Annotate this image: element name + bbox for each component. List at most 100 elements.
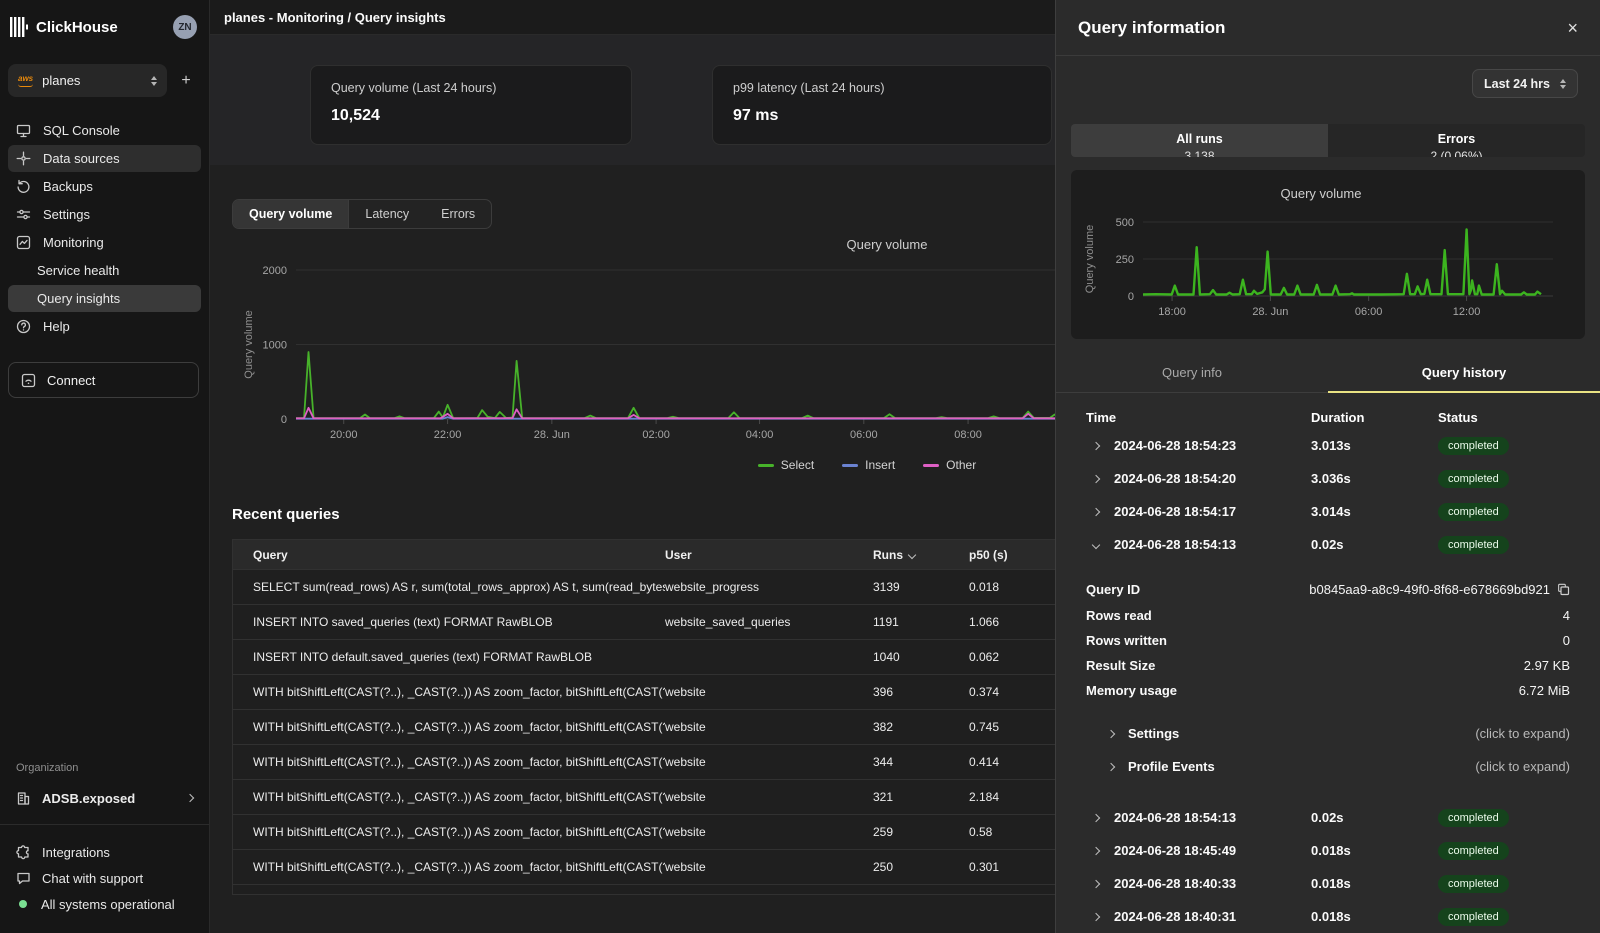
sidebar-item-settings[interactable]: Settings <box>8 201 201 228</box>
history-row[interactable]: 2024-06-28 18:54:20 3.036s completed <box>1086 462 1570 495</box>
table-row[interactable]: WITH bitShiftLeft(CAST(?..), _CAST(?..))… <box>233 745 1055 780</box>
expand-chevron-icon[interactable] <box>1092 813 1100 821</box>
sidebar-nav: SQL Console Data sources Backups Setting… <box>0 117 209 340</box>
cell-user: website <box>665 860 873 874</box>
cell-runs: 321 <box>873 790 969 804</box>
sidebar: ClickHouse ZN aws planes + SQL Console D… <box>0 0 210 933</box>
query-information-panel: Query information × Last 24 hrs All runs… <box>1055 0 1600 933</box>
segment-all-runs[interactable]: All runs 3,138 <box>1071 124 1328 157</box>
cell-query: WITH bitShiftLeft(CAST(?..), _CAST(?..))… <box>233 685 665 699</box>
system-status[interactable]: All systems operational <box>0 891 209 917</box>
svg-text:12:00: 12:00 <box>1453 306 1481 318</box>
collapse-chevron-icon[interactable] <box>1092 540 1100 548</box>
status-badge: completed <box>1438 908 1509 926</box>
cell-query: WITH bitShiftLeft(CAST(?..), _CAST(?..))… <box>233 755 665 769</box>
svg-text:0: 0 <box>281 414 287 426</box>
table-row[interactable]: WITH bitShiftLeft(CAST(?..), _CAST(?..))… <box>233 780 1055 815</box>
legend-swatch-icon <box>923 464 939 467</box>
detail-kv-row: Memory usage 6.72 MiB <box>1086 678 1570 703</box>
status-badge: completed <box>1438 470 1509 488</box>
sidebar-item-chat-support[interactable]: Chat with support <box>0 865 209 891</box>
sidebar-item-monitoring[interactable]: Monitoring <box>8 229 201 256</box>
sidebar-item-integrations[interactable]: Integrations <box>0 839 209 865</box>
svg-text:06:00: 06:00 <box>1355 306 1383 318</box>
cell-runs: 344 <box>873 755 969 769</box>
history-row[interactable]: 2024-06-28 18:40:31 0.018s completed <box>1086 900 1570 933</box>
col-runs[interactable]: Runs <box>873 548 969 562</box>
legend-item-insert[interactable]: Insert <box>842 458 895 472</box>
user-avatar[interactable]: ZN <box>173 15 197 39</box>
connect-button[interactable]: Connect <box>8 362 199 398</box>
cell-runs: 382 <box>873 720 969 734</box>
expand-chevron-icon[interactable] <box>1092 879 1100 887</box>
add-service-button[interactable]: + <box>173 72 199 90</box>
mini-chart-svg: 025050018:0028. Jun06:0012:00Query volum… <box>1071 176 1584 336</box>
cell-query: WITH bitShiftLeft(CAST(?..), _CAST(?..))… <box>233 720 665 734</box>
history-row-expanded[interactable]: 2024-06-28 18:54:13 0.02s completed <box>1086 528 1570 561</box>
col-p50: p50 (s) <box>969 548 1055 562</box>
chart-legend: Select Insert Other <box>232 458 1055 472</box>
query-volume-chart: 01000200020:0022:0028. Jun02:0004:0006:0… <box>232 231 1055 472</box>
cell-p50: 0.414 <box>969 755 1055 769</box>
time-range-dropdown[interactable]: Last 24 hrs <box>1472 69 1578 98</box>
copy-icon[interactable] <box>1557 583 1570 596</box>
table-row[interactable]: WITH bitShiftLeft(CAST(?..), _CAST(?..))… <box>233 675 1055 710</box>
detail-query-id: Query ID b0845aa9-a8c9-49f0-8f68-e678669… <box>1086 575 1570 603</box>
svg-text:2000: 2000 <box>263 265 287 277</box>
sidebar-item-backups[interactable]: Backups <box>8 173 201 200</box>
organization-selector[interactable]: ADSB.exposed <box>0 784 209 812</box>
tab-errors[interactable]: Errors <box>425 200 491 228</box>
table-row[interactable]: INSERT INTO saved_queries (text) FORMAT … <box>233 605 1055 640</box>
detail-expandable-row[interactable]: Profile Events (click to expand) <box>1086 750 1570 783</box>
status-badge: completed <box>1438 503 1509 521</box>
tab-query-info[interactable]: Query info <box>1056 355 1328 392</box>
app-title: ClickHouse <box>36 19 173 36</box>
close-icon[interactable]: × <box>1567 19 1578 37</box>
sidebar-item-query-insights[interactable]: Query insights <box>8 285 201 312</box>
tab-latency[interactable]: Latency <box>349 200 425 228</box>
cell-user: website_saved_queries <box>665 615 873 629</box>
col-user: User <box>665 548 873 562</box>
detail-expandable-row[interactable]: Settings (click to expand) <box>1086 717 1570 750</box>
legend-swatch-icon <box>842 464 858 467</box>
clickhouse-logo-icon <box>10 17 28 37</box>
integrations-icon <box>16 845 31 860</box>
sidebar-item-sql-console[interactable]: SQL Console <box>8 117 201 144</box>
mini-query-volume-chart: 025050018:0028. Jun06:0012:00Query volum… <box>1071 170 1585 339</box>
history-row[interactable]: 2024-06-28 18:54:13 0.02s completed <box>1086 801 1570 834</box>
sidebar-item-help[interactable]: Help <box>8 313 201 340</box>
expand-chevron-icon[interactable] <box>1092 507 1100 515</box>
table-row[interactable]: INSERT INTO default.saved_queries (text)… <box>233 640 1055 675</box>
table-row[interactable]: WITH bitShiftLeft(CAST(?..), _CAST(?..))… <box>233 815 1055 850</box>
chevron-right-icon <box>186 794 194 802</box>
service-name: planes <box>42 73 142 88</box>
svg-text:Query volume: Query volume <box>847 237 928 252</box>
cell-p50: 2.184 <box>969 790 1055 804</box>
expand-chevron-icon[interactable] <box>1092 474 1100 482</box>
stat-card-query-volume: Query volume (Last 24 hours) 10,524 <box>310 65 632 145</box>
service-selector[interactable]: aws planes <box>8 64 167 97</box>
tab-query-history[interactable]: Query history <box>1328 355 1600 393</box>
backups-icon <box>16 179 31 194</box>
tab-query-volume[interactable]: Query volume <box>233 200 349 228</box>
table-row[interactable]: WITH bitShiftLeft(CAST(?..), _CAST(?..))… <box>233 710 1055 745</box>
expand-chevron-icon[interactable] <box>1092 846 1100 854</box>
table-row[interactable]: SELECT sum(read_rows) AS r, sum(total_ro… <box>233 570 1055 605</box>
legend-item-select[interactable]: Select <box>758 458 814 472</box>
cell-p50: 0.301 <box>969 860 1055 874</box>
segment-errors[interactable]: Errors 2 (0.06%) <box>1328 124 1585 157</box>
sidebar-item-service-health[interactable]: Service health <box>8 257 201 284</box>
history-row[interactable]: 2024-06-28 18:45:49 0.018s completed <box>1086 834 1570 867</box>
cell-user: website <box>665 685 873 699</box>
status-badge: completed <box>1438 875 1509 893</box>
legend-item-other[interactable]: Other <box>923 458 976 472</box>
expand-chevron-icon[interactable] <box>1092 441 1100 449</box>
expand-chevron-icon[interactable] <box>1092 912 1100 920</box>
history-row[interactable]: 2024-06-28 18:54:17 3.014s completed <box>1086 495 1570 528</box>
col-status: Status <box>1438 410 1478 425</box>
history-row[interactable]: 2024-06-28 18:40:33 0.018s completed <box>1086 867 1570 900</box>
sidebar-item-data-sources[interactable]: Data sources <box>8 145 201 172</box>
table-row[interactable]: WITH bitShiftLeft(CAST(?..), _CAST(?..))… <box>233 850 1055 885</box>
history-row[interactable]: 2024-06-28 18:54:23 3.013s completed <box>1086 429 1570 462</box>
monitoring-icon <box>16 235 31 250</box>
